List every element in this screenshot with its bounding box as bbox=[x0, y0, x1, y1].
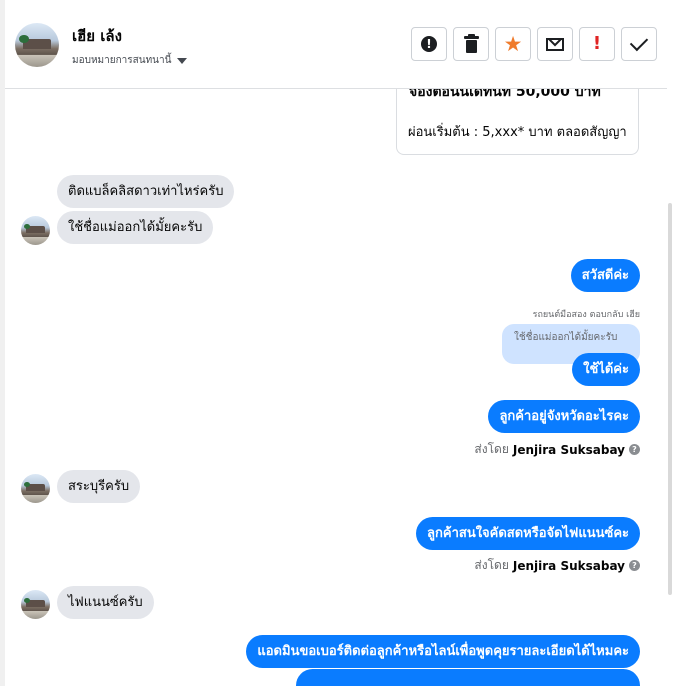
star-icon: ★ bbox=[503, 31, 523, 56]
mark-unread-button[interactable] bbox=[537, 27, 573, 61]
outgoing-message[interactable]: ลูกค้าอยู่จังหวัดอะไรคะ bbox=[488, 400, 640, 433]
sender-name: Jenjira Suksabay bbox=[512, 558, 625, 573]
sent-by-label: ส่งโดย Jenjira Suksabay ? bbox=[474, 556, 640, 575]
check-icon bbox=[629, 32, 649, 52]
sent-by-prefix: ส่งโดย bbox=[474, 558, 509, 572]
incoming-message[interactable]: สระบุรีครับ bbox=[57, 470, 141, 503]
mark-done-button[interactable] bbox=[621, 27, 657, 61]
assign-conversation-dropdown[interactable]: มอบหมายการสนทนานี้ bbox=[72, 53, 188, 68]
alert-icon: ! bbox=[592, 33, 602, 54]
conversation-toolbar: ! ★ ! bbox=[411, 27, 657, 61]
promo-card-title: จองตอนนเดทนท 50,000 บาท bbox=[409, 89, 601, 100]
mail-icon bbox=[546, 37, 564, 51]
conversation-window: เฮีย เล้ง มอบหมายการสนทนานี้ ! ★ ! จองตอ… bbox=[0, 0, 673, 686]
sent-by-prefix: ส่งโดย bbox=[474, 442, 509, 456]
outgoing-message-partial[interactable] bbox=[296, 669, 640, 686]
contact-name[interactable]: เฮีย เล้ง bbox=[72, 24, 122, 48]
info-button[interactable]: ! bbox=[411, 27, 447, 61]
help-icon[interactable]: ? bbox=[629, 560, 640, 571]
promo-card-text: ผ่อนเริ่มต้น : 5,xxx* บาท ตลอดสัญญา bbox=[408, 125, 627, 140]
promo-card[interactable]: จองตอนนเดทนท 50,000 บาท ผ่อนเริ่มต้น : 5… bbox=[396, 89, 639, 155]
outgoing-message[interactable]: ลูกค้าสนใจคัดสดหรือจัดไฟแนนซ์คะ bbox=[416, 517, 640, 550]
trash-icon bbox=[463, 34, 480, 53]
delete-button[interactable] bbox=[453, 27, 489, 61]
incoming-message[interactable]: ติดแบล็คลิสดาวเท่าไหร่ครับ bbox=[57, 175, 235, 208]
assign-conversation-label: มอบหมายการสนทนานี้ bbox=[72, 55, 172, 66]
thread-scrollbar[interactable] bbox=[667, 89, 673, 686]
spam-button[interactable]: ! bbox=[579, 27, 615, 61]
sender-name: Jenjira Suksabay bbox=[512, 442, 625, 457]
scrollbar-thumb[interactable] bbox=[668, 203, 672, 595]
conversation-header: เฮีย เล้ง มอบหมายการสนทนานี้ ! ★ ! bbox=[5, 0, 667, 89]
info-icon: ! bbox=[421, 36, 437, 52]
help-icon[interactable]: ? bbox=[629, 444, 640, 455]
contact-avatar[interactable] bbox=[15, 23, 59, 67]
outgoing-message[interactable]: แอดมินขอเบอร์ติดต่อลูกค้าหรือไลน์เพื่อพู… bbox=[246, 635, 640, 668]
outgoing-message[interactable]: ใช้ได้ค่ะ bbox=[572, 353, 640, 386]
star-button[interactable]: ★ bbox=[495, 27, 531, 61]
reply-caption: รถยนต์มือสอง ตอบกลับ เฮีย bbox=[532, 310, 640, 320]
contact-avatar-small[interactable] bbox=[21, 216, 50, 245]
outgoing-message[interactable]: สวัสดีค่ะ bbox=[570, 259, 640, 292]
incoming-message[interactable]: ไฟแนนซ์ครับ bbox=[57, 586, 154, 619]
contact-avatar-small[interactable] bbox=[21, 590, 50, 619]
sent-by-label: ส่งโดย Jenjira Suksabay ? bbox=[474, 440, 640, 459]
message-thread[interactable]: จองตอนนเดทนท 50,000 บาท ผ่อนเริ่มต้น : 5… bbox=[5, 89, 667, 686]
contact-avatar-small[interactable] bbox=[21, 474, 50, 503]
chevron-down-icon bbox=[177, 57, 188, 64]
incoming-message[interactable]: ใช้ชื่อแม่ออกได้มั้ยคะรับ bbox=[57, 211, 214, 244]
